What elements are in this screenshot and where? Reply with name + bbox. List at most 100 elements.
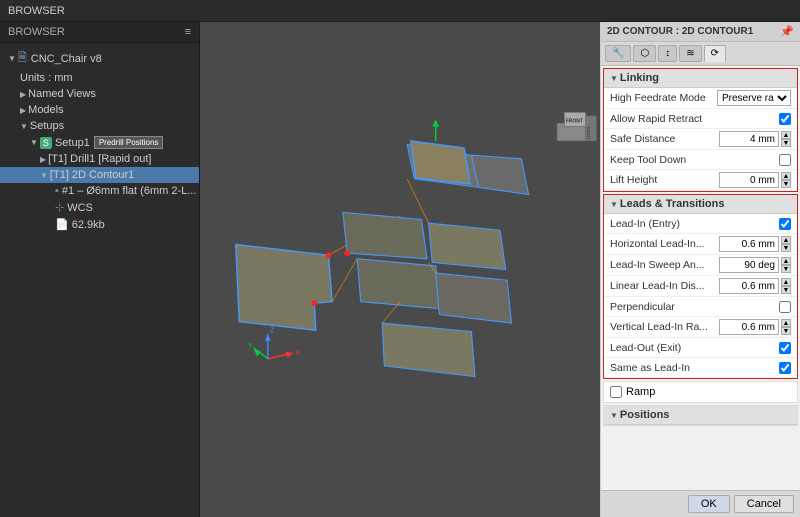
- vert-lead-in-value: ▲ ▼: [719, 319, 791, 335]
- lead-out-exit-checkbox[interactable]: [779, 342, 791, 354]
- lead-out-exit-value: [779, 342, 791, 354]
- tree-label: CNC_Chair v8: [31, 53, 102, 65]
- tree-label: Setup1: [55, 137, 90, 149]
- ramp-checkbox[interactable]: [610, 386, 622, 398]
- vert-lead-in-label: Vertical Lead-In Ra...: [610, 321, 719, 333]
- vert-lead-in-down[interactable]: ▼: [781, 327, 791, 335]
- allow-rapid-retract-label: Allow Rapid Retract: [610, 113, 779, 125]
- linear-lead-in-input[interactable]: [719, 278, 779, 294]
- lead-in-entry-checkbox[interactable]: [779, 218, 791, 230]
- tree-item-units[interactable]: Units : mm: [0, 70, 199, 86]
- lead-in-sweep-input[interactable]: [719, 257, 779, 273]
- vert-lead-in-up[interactable]: ▲: [781, 319, 791, 327]
- linear-lead-in-up[interactable]: ▲: [781, 278, 791, 286]
- lead-in-sweep-up[interactable]: ▲: [781, 257, 791, 265]
- collapse-icon: ▼: [610, 200, 618, 209]
- tree-item-cncchair[interactable]: ▼ 🗎 CNC_Chair v8: [0, 47, 199, 70]
- leads-section: ▼ Leads & Transitions Lead-In (Entry) Ho…: [603, 194, 798, 379]
- leads-section-header[interactable]: ▼ Leads & Transitions: [604, 195, 797, 214]
- svg-text:RIGHT: RIGHT: [586, 127, 591, 141]
- linear-lead-in-down[interactable]: ▼: [781, 286, 791, 294]
- horiz-lead-in-value: ▲ ▼: [719, 236, 791, 252]
- tree-item-setups[interactable]: ▼ Setups: [0, 118, 199, 134]
- sidebar-title: BROWSER: [8, 26, 65, 38]
- sidebar-header: BROWSER ≡: [0, 22, 199, 43]
- keep-tool-down-value: [779, 154, 791, 166]
- high-feedrate-value: Preserve ra...: [717, 90, 791, 106]
- tree-item-tool[interactable]: ▪ #1 – Ø6mm flat (6mm 2-L...: [0, 183, 199, 199]
- ramp-section: Ramp: [603, 381, 798, 403]
- svg-text:FRONT: FRONT: [566, 118, 583, 124]
- positions-title: Positions: [620, 409, 670, 421]
- file-icon: 📄: [55, 218, 69, 231]
- right-panel: 2D CONTOUR : 2D CONTOUR1 📌 🔧 ⬡ ↕ ≋ ⟳ ▼ L…: [600, 22, 800, 517]
- tab-tool[interactable]: 🔧: [605, 45, 631, 62]
- tree-item-filesize[interactable]: 📄 62.9kb: [0, 216, 199, 233]
- safe-distance-input[interactable]: [719, 131, 779, 147]
- sidebar-content: ▼ 🗎 CNC_Chair v8 Units : mm ▶ Named View…: [0, 43, 199, 517]
- tree-label: Setups: [30, 120, 64, 132]
- safe-distance-down[interactable]: ▼: [781, 139, 791, 147]
- tool-icon: ▪: [55, 185, 59, 197]
- expand-icon: ▼: [610, 411, 618, 420]
- lift-height-up[interactable]: ▲: [781, 172, 791, 180]
- vert-lead-in-row: Vertical Lead-In Ra... ▲ ▼: [604, 317, 797, 338]
- sidebar-menu-icon[interactable]: ≡: [185, 26, 191, 38]
- tree-label: [T1] 2D Contour1: [50, 169, 134, 181]
- viewport-canvas: X Y Z FRONT RIGHT: [200, 22, 600, 517]
- tab-heights[interactable]: ↕: [658, 45, 677, 62]
- tree-label: WCS: [67, 202, 93, 214]
- ok-button[interactable]: OK: [688, 495, 730, 513]
- tab-geometry[interactable]: ⬡: [633, 45, 656, 62]
- lead-in-sweep-down[interactable]: ▼: [781, 265, 791, 273]
- positions-section: ▼ Positions: [603, 405, 798, 426]
- lift-height-down[interactable]: ▼: [781, 180, 791, 188]
- same-as-lead-in-checkbox[interactable]: [779, 362, 791, 374]
- perpendicular-checkbox[interactable]: [779, 301, 791, 313]
- lead-out-exit-row: Lead-Out (Exit): [604, 338, 797, 358]
- horiz-lead-in-down[interactable]: ▼: [781, 244, 791, 252]
- allow-rapid-retract-value: [779, 113, 791, 125]
- lead-out-exit-label: Lead-Out (Exit): [610, 342, 779, 354]
- tab-linking[interactable]: ⟳: [704, 45, 726, 62]
- safe-distance-up[interactable]: ▲: [781, 131, 791, 139]
- ramp-row: Ramp: [604, 382, 797, 402]
- keep-tool-down-checkbox[interactable]: [779, 154, 791, 166]
- tree-label: [T1] Drill1 [Rapid out]: [48, 153, 151, 165]
- positions-section-header[interactable]: ▼ Positions: [604, 406, 797, 425]
- panel-pin-icon[interactable]: 📌: [780, 25, 794, 38]
- horiz-lead-in-row: Horizontal Lead-In... ▲ ▼: [604, 234, 797, 255]
- lift-height-row: Lift Height ▲ ▼: [604, 170, 797, 191]
- predrill-badge: Predrill Positions: [94, 136, 164, 149]
- horiz-lead-in-up[interactable]: ▲: [781, 236, 791, 244]
- horiz-lead-in-input[interactable]: [719, 236, 779, 252]
- lift-height-input[interactable]: [719, 172, 779, 188]
- tree-item-wcs[interactable]: ⊹ WCS: [0, 199, 199, 216]
- allow-rapid-retract-checkbox[interactable]: [779, 113, 791, 125]
- expand-icon: ▶: [40, 155, 46, 164]
- sidebar: BROWSER ≡ ▼ 🗎 CNC_Chair v8 Units : mm ▶ …: [0, 22, 200, 517]
- tab-passes[interactable]: ≋: [679, 45, 701, 62]
- wcs-icon: ⊹: [55, 201, 64, 214]
- linking-section-header[interactable]: ▼ Linking: [604, 69, 797, 88]
- tree-item-drill1[interactable]: ▶ [T1] Drill1 [Rapid out]: [0, 151, 199, 167]
- top-bar: BROWSER: [0, 0, 800, 22]
- viewport[interactable]: X Y Z FRONT RIGHT: [200, 22, 600, 517]
- high-feedrate-select[interactable]: Preserve ra...: [717, 90, 791, 106]
- vert-lead-in-input[interactable]: [719, 319, 779, 335]
- tree-item-setup1[interactable]: ▼ S Setup1 Predrill Positions: [0, 134, 199, 151]
- keep-tool-down-label: Keep Tool Down: [610, 154, 779, 166]
- panel-header: 2D CONTOUR : 2D CONTOUR1 📌: [601, 22, 800, 42]
- tree-item-contour1[interactable]: ▼ [T1] 2D Contour1: [0, 167, 199, 183]
- tree-item-namedviews[interactable]: ▶ Named Views: [0, 86, 199, 102]
- cancel-button[interactable]: Cancel: [734, 495, 794, 513]
- allow-rapid-retract-row: Allow Rapid Retract: [604, 109, 797, 129]
- ramp-label: Ramp: [626, 386, 655, 398]
- keep-tool-down-row: Keep Tool Down: [604, 150, 797, 170]
- linear-lead-in-value: ▲ ▼: [719, 278, 791, 294]
- file-icon: 🗎: [18, 49, 27, 68]
- tree-item-models[interactable]: ▶ Models: [0, 102, 199, 118]
- tree-label: Models: [28, 104, 63, 116]
- expand-icon: ▼: [30, 138, 38, 147]
- lead-in-entry-row: Lead-In (Entry): [604, 214, 797, 234]
